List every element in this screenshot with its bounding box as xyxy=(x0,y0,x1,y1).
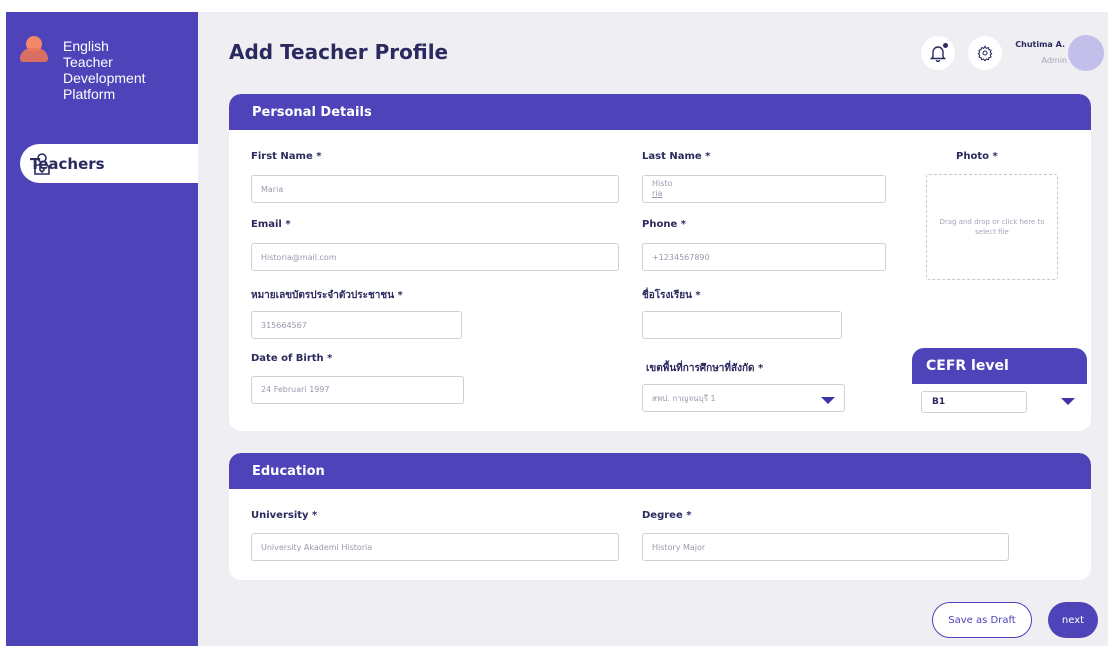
school-label: ชื่อโรงเรียน * xyxy=(642,290,701,301)
avatar[interactable] xyxy=(1068,35,1104,71)
photo-dropzone-hint: Drag and drop or click here to select fi… xyxy=(939,218,1045,236)
photo-dropzone[interactable]: Drag and drop or click here to select fi… xyxy=(926,174,1058,280)
sidebar-item-label: Teachers xyxy=(30,154,105,173)
logo xyxy=(18,26,58,66)
phone-label: Phone * xyxy=(642,219,686,230)
email-label: Email * xyxy=(251,219,291,230)
id-card-field[interactable]: 315664567 xyxy=(251,311,462,339)
notifications-button[interactable] xyxy=(921,36,955,70)
sidebar-item-teachers[interactable]: Teachers xyxy=(20,144,198,183)
area-select[interactable]: สพป. กาญจนบุรี 1 xyxy=(642,384,845,412)
email-field[interactable]: Historia@mail.com xyxy=(251,243,619,271)
brand-name: English Teacher Development Platform xyxy=(63,38,146,102)
degree-field[interactable]: History Major xyxy=(642,533,1009,561)
area-select-value: สพป. กาญจนบุรี 1 xyxy=(652,393,716,403)
sidebar xyxy=(6,12,198,646)
phone-field[interactable]: +1234567890 xyxy=(642,243,886,271)
degree-label: Degree * xyxy=(642,510,692,521)
dob-field[interactable]: 24 Februari 1997 xyxy=(251,376,464,404)
chevron-down-icon[interactable] xyxy=(821,397,835,404)
university-label: University * xyxy=(251,510,318,521)
last-name-label: Last Name * xyxy=(642,151,711,162)
notification-dot xyxy=(943,43,948,48)
page-title: Add Teacher Profile xyxy=(229,40,449,64)
photo-label: Photo * xyxy=(956,151,998,162)
personal-details-header: Personal Details xyxy=(229,94,1091,130)
settings-button[interactable] xyxy=(968,36,1002,70)
last-name-line2: ria xyxy=(652,189,663,198)
user-name: Chutima A. xyxy=(1015,40,1065,49)
education-header: Education xyxy=(229,453,1091,489)
chevron-down-icon[interactable] xyxy=(1061,398,1075,405)
dob-label: Date of Birth * xyxy=(251,353,333,364)
save-draft-button[interactable]: Save as Draft xyxy=(932,602,1032,638)
first-name-label: First Name * xyxy=(251,151,322,162)
cefr-level-header: CEFR level xyxy=(912,348,1087,384)
school-field[interactable] xyxy=(642,311,842,339)
next-button[interactable]: next xyxy=(1048,602,1098,638)
first-name-field[interactable]: Maria xyxy=(251,175,619,203)
cefr-level-select[interactable]: B1 xyxy=(921,391,1027,413)
area-label: เขตพื้นที่การศึกษาที่สังกัด * xyxy=(646,363,764,374)
id-card-label: หมายเลขบัตรประจำตัวประชาชน * xyxy=(251,290,403,301)
last-name-line1: Histo xyxy=(652,179,673,188)
university-field[interactable]: University Akademi Historia xyxy=(251,533,619,561)
user-role: Admin xyxy=(1041,56,1068,65)
gear-icon xyxy=(977,45,993,61)
last-name-field[interactable]: Histo ria xyxy=(642,175,886,203)
